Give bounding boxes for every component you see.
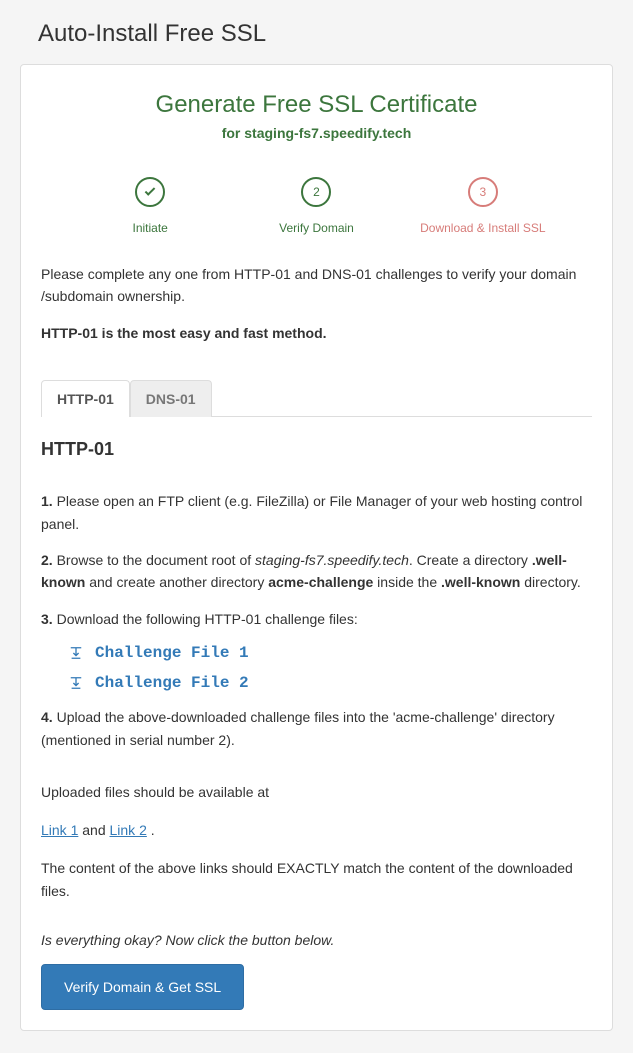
- dir-well-known-2: .well-known: [441, 574, 520, 590]
- uploaded-line: Uploaded files should be available at: [41, 781, 592, 805]
- challenge-tabs: HTTP-01 DNS-01: [41, 380, 592, 417]
- dir-acme-challenge: acme-challenge: [268, 574, 373, 590]
- instruction-1: 1. Please open an FTP client (e.g. FileZ…: [41, 490, 592, 535]
- instruction-3: 3. Download the following HTTP-01 challe…: [41, 608, 592, 630]
- instruction-4: 4. Upload the above-downloaded challenge…: [41, 706, 592, 751]
- verify-link-2[interactable]: Link 2: [110, 822, 147, 838]
- verify-domain-button[interactable]: Verify Domain & Get SSL: [41, 964, 244, 1010]
- intro-bold: HTTP-01 is the most easy and fast method…: [41, 322, 592, 344]
- download-icon: [69, 646, 83, 660]
- download-label: Challenge File 1: [95, 644, 249, 662]
- t: inside the: [373, 574, 441, 590]
- download-list: Challenge File 1 Challenge File 2: [69, 644, 592, 692]
- step-number: 3.: [41, 611, 53, 627]
- step-verify-domain: 2 Verify Domain: [233, 177, 399, 235]
- download-icon: [69, 676, 83, 690]
- match-line: The content of the above links should EX…: [41, 857, 592, 905]
- period: .: [147, 822, 155, 838]
- and-text: and: [78, 822, 109, 838]
- step-initiate: Initiate: [67, 177, 233, 235]
- step-number: 2.: [41, 552, 53, 568]
- check-icon: [145, 185, 156, 196]
- step-number: 4.: [41, 709, 53, 725]
- t: Browse to the document root of: [53, 552, 255, 568]
- heading-main: Generate Free SSL Certificate: [41, 91, 592, 119]
- ssl-panel: Generate Free SSL Certificate for stagin…: [20, 64, 613, 1031]
- instruction-2: 2. Browse to the document root of stagin…: [41, 549, 592, 594]
- step-label: Initiate: [132, 221, 167, 235]
- intro-text: Please complete any one from HTTP-01 and…: [41, 263, 592, 308]
- page-title: Auto-Install Free SSL: [20, 20, 613, 48]
- download-label: Challenge File 2: [95, 674, 249, 692]
- step-text: Upload the above-downloaded challenge fi…: [41, 709, 555, 747]
- wizard-steps: Initiate 2 Verify Domain 3 Download & In…: [41, 177, 592, 235]
- heading-domain: staging-fs7.speedify.tech: [244, 125, 411, 141]
- step-download-install: 3 Download & Install SSL: [400, 177, 566, 235]
- links-line: Link 1 and Link 2 .: [41, 819, 592, 843]
- t: and create another directory: [85, 574, 268, 590]
- download-challenge-1[interactable]: Challenge File 1: [69, 644, 592, 662]
- step-text: Please open an FTP client (e.g. FileZill…: [41, 493, 582, 531]
- download-challenge-2[interactable]: Challenge File 2: [69, 674, 592, 692]
- step-text: Download the following HTTP-01 challenge…: [53, 611, 358, 627]
- step-label: Verify Domain: [279, 221, 354, 235]
- heading-sub: for staging-fs7.speedify.tech: [41, 125, 592, 141]
- tab-http01[interactable]: HTTP-01: [41, 380, 130, 417]
- step-number: 1.: [41, 493, 53, 509]
- t: . Create a directory: [409, 552, 532, 568]
- heading-sub-prefix: for: [222, 125, 245, 141]
- step-circle-done: [135, 177, 165, 207]
- step-circle-pending: 3: [468, 177, 498, 207]
- tab-dns01[interactable]: DNS-01: [130, 380, 212, 417]
- step-label: Download & Install SSL: [420, 221, 545, 235]
- domain-inline: staging-fs7.speedify.tech: [255, 552, 409, 568]
- verify-link-1[interactable]: Link 1: [41, 822, 78, 838]
- section-title: HTTP-01: [41, 439, 592, 460]
- t: directory.: [520, 574, 580, 590]
- final-question: Is everything okay? Now click the button…: [41, 932, 592, 948]
- step-circle-current: 2: [301, 177, 331, 207]
